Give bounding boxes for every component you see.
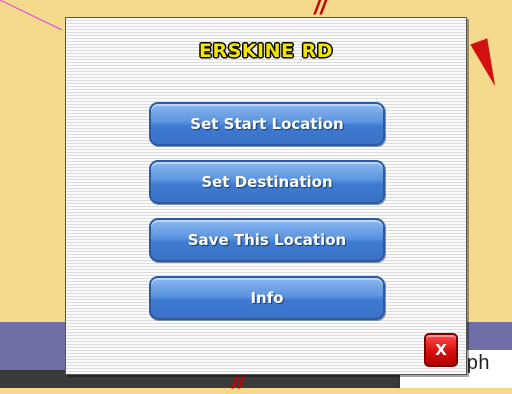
dialog-title: ERSKINE RD	[199, 40, 333, 62]
location-menu-dialog: ERSKINE RD Set Start Location Set Destin…	[65, 17, 467, 375]
close-button[interactable]: X	[424, 333, 458, 367]
set-destination-button[interactable]: Set Destination	[149, 160, 385, 204]
save-this-location-button[interactable]: Save This Location	[149, 218, 385, 262]
set-start-location-button[interactable]: Set Start Location	[149, 102, 385, 146]
info-button[interactable]: Info	[149, 276, 385, 320]
